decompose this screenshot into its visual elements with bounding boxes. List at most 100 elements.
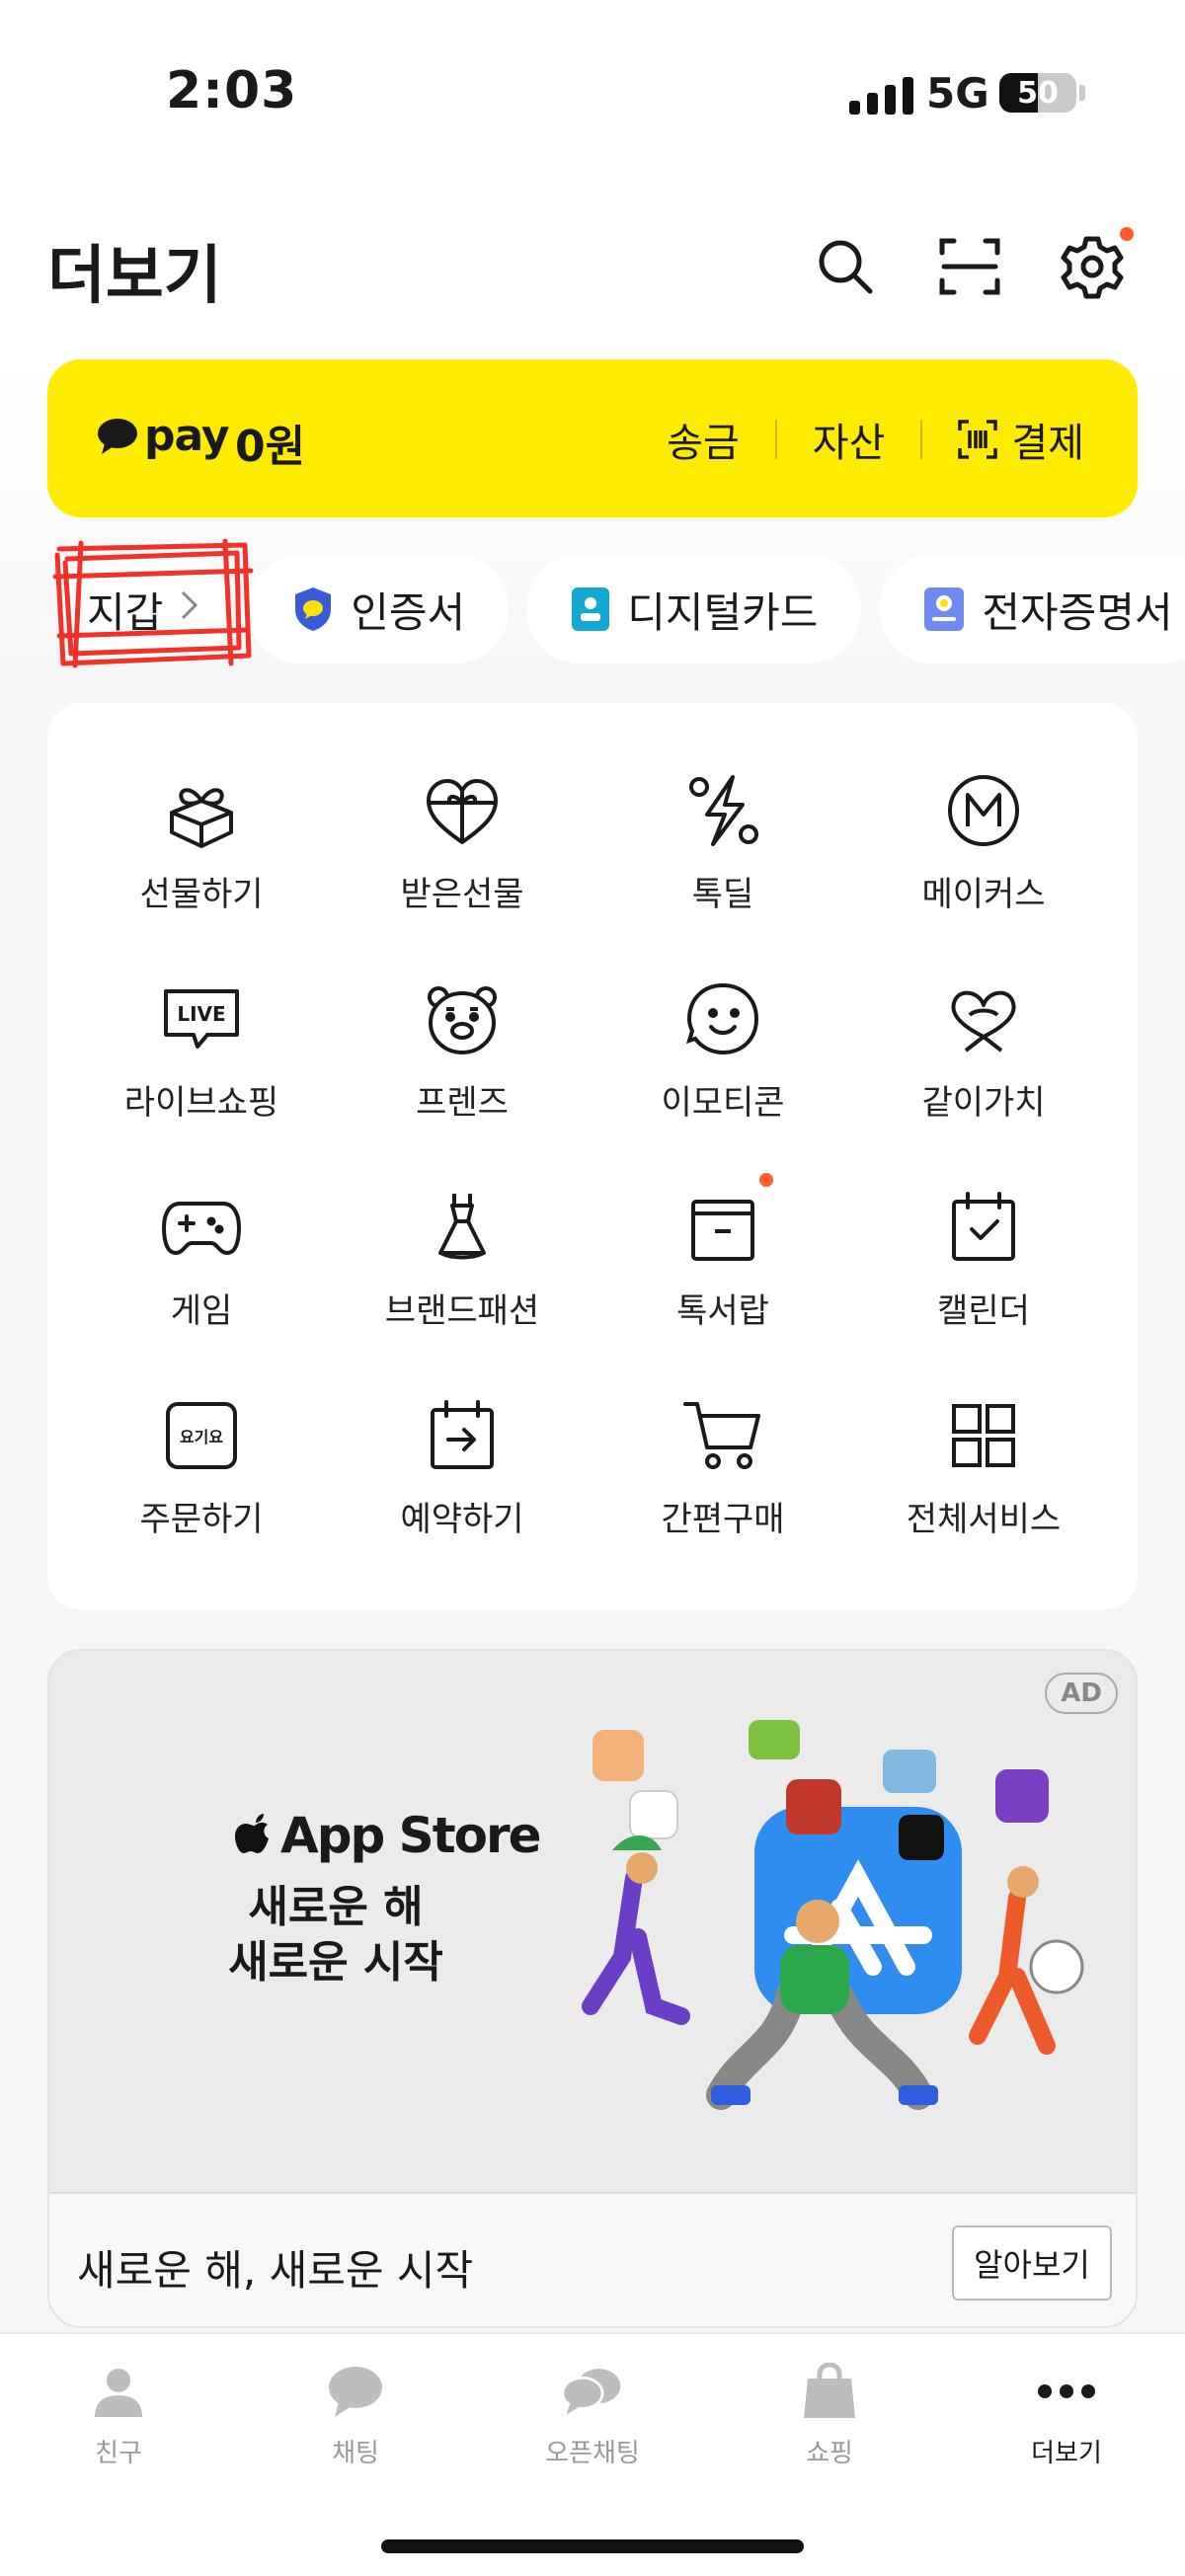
pay-send-button[interactable]: 송금 [667, 411, 740, 468]
service-order[interactable]: 요기요 주문하기 [71, 1391, 332, 1600]
battery-tip [1079, 85, 1085, 101]
service-together-value[interactable]: 같이가치 [853, 975, 1114, 1183]
status-time: 2:03 [166, 61, 298, 120]
service-gift[interactable]: 선물하기 [71, 766, 332, 975]
kakaopay-bar[interactable]: pay 0원 송금 자산 결제 [47, 359, 1138, 517]
service-label: 예약하기 [400, 1500, 524, 1539]
ad-headline-line-2: 새로운 시작 [228, 1937, 443, 1988]
shoe-2 [899, 2085, 938, 2105]
chip-certificate[interactable]: 인증서 [248, 555, 510, 664]
service-label: 간편구매 [661, 1500, 785, 1539]
pay-balance[interactable]: 0원 [235, 411, 305, 474]
chip-wallet[interactable]: 지갑 [61, 555, 231, 664]
game-app-icon-4 [883, 1750, 936, 1793]
service-talk-drawer[interactable]: 톡서랍 [592, 1173, 853, 1391]
heart-gift-icon [418, 766, 507, 855]
service-label: 이모티콘 [661, 1083, 785, 1123]
discount-icon [678, 766, 767, 855]
chip-e-certificate[interactable]: 전자증명서 [879, 555, 1185, 664]
pay-assets-button[interactable]: 자산 [813, 411, 886, 468]
service-game[interactable]: 게임 [71, 1183, 332, 1391]
chat-app-icon [629, 1790, 678, 1839]
tab-open-chat[interactable]: 오픈채팅 [474, 2334, 711, 2469]
barcode-scan-icon [958, 420, 998, 459]
talk-drawer-badge [759, 1173, 773, 1187]
shopping-bag-icon [798, 2360, 861, 2423]
tab-label: 오픈채팅 [545, 2439, 640, 2468]
service-label: 게임 [170, 1291, 233, 1331]
service-live-shopping[interactable]: LIVE 라이브쇼핑 [71, 975, 332, 1183]
service-quick-buy[interactable]: 간편구매 [592, 1391, 853, 1600]
chip-digital-card[interactable]: 디지털카드 [526, 555, 862, 664]
service-label: 브랜드패션 [384, 1291, 540, 1331]
service-label: 톡딜 [691, 875, 754, 914]
ad-illustration [582, 1720, 1084, 2110]
service-label: 프렌즈 [416, 1083, 509, 1123]
chat-icon [324, 2360, 387, 2423]
emoticon-icon [678, 975, 767, 1063]
service-label: 같이가치 [921, 1083, 1046, 1123]
settings-icon[interactable] [1055, 227, 1134, 304]
settings-badge [1120, 227, 1134, 241]
tab-more[interactable]: 더보기 [948, 2334, 1185, 2469]
shoe [711, 2085, 750, 2105]
network-type: 5G [926, 69, 989, 117]
tab-chats[interactable]: 채팅 [237, 2334, 474, 2469]
service-brand-fashion[interactable]: 브랜드패션 [332, 1183, 592, 1391]
more-icon [1035, 2360, 1098, 2423]
chevron-right-icon [179, 586, 200, 632]
drawer-icon [678, 1173, 773, 1272]
learn-more-button[interactable]: 알아보기 [952, 2225, 1112, 2301]
service-emoticon[interactable]: 이모티콘 [592, 975, 853, 1183]
cart-icon [678, 1391, 767, 1480]
ad-banner[interactable]: AD App Store 새로운 해 새로운 시작 새로운 해, 새로운 시작 … [47, 1649, 1138, 2328]
grid-icon [939, 1391, 1028, 1480]
pay-payment-label: 결제 [1011, 421, 1084, 466]
ribbon-heart-icon [939, 975, 1028, 1063]
dress-icon [418, 1183, 507, 1272]
home-indicator[interactable] [381, 2539, 804, 2553]
ad-footer-title: 새로운 해, 새로운 시작 [77, 2246, 474, 2295]
quick-chips: 지갑 인증서 디지털카드 전자증명서 [61, 555, 1185, 664]
ad-footer: 새로운 해, 새로운 시작 알아보기 [49, 2192, 1136, 2326]
ad-visual: AD App Store 새로운 해 새로운 시작 [49, 1651, 1136, 2192]
person-icon [87, 2360, 150, 2423]
svg-text:LIVE: LIVE [177, 1002, 225, 1026]
battery-icon: 50 [999, 73, 1076, 113]
pay-payment-button[interactable]: 결제 [958, 411, 1084, 468]
ad-brand-name: App Store [280, 1807, 542, 1864]
chip-certificate-label: 인증서 [351, 587, 466, 637]
qr-scan-icon[interactable] [932, 229, 1007, 304]
service-label: 전체서비스 [906, 1500, 1062, 1539]
service-calendar[interactable]: 캘린더 [853, 1183, 1114, 1391]
service-received-gift[interactable]: 받은선물 [332, 766, 592, 975]
apple-icon [235, 1814, 269, 1853]
gamepad-icon [157, 1183, 246, 1272]
certificate-icon [924, 587, 965, 631]
bear-icon [418, 975, 507, 1063]
pay-logo: pay [97, 411, 230, 461]
tab-friends[interactable]: 친구 [0, 2334, 237, 2469]
calendar-icon [939, 1183, 1028, 1272]
service-grid-card: 선물하기 받은선물 톡딜 메이커스 LIVE 라이브쇼핑 프렌즈 이모티콘 같이… [47, 703, 1138, 1609]
tab-shopping[interactable]: 쇼핑 [711, 2334, 948, 2469]
service-grid: 선물하기 받은선물 톡딜 메이커스 LIVE 라이브쇼핑 프렌즈 이모티콘 같이… [47, 766, 1138, 1600]
status-bar: 2:03 5G 50 [0, 0, 1185, 188]
service-all-services[interactable]: 전체서비스 [853, 1391, 1114, 1600]
tab-label: 친구 [95, 2439, 142, 2468]
service-friends[interactable]: 프렌즈 [332, 975, 592, 1183]
game-app-icon-3 [786, 1779, 841, 1834]
search-icon[interactable] [808, 229, 883, 304]
dancer-left [582, 1869, 690, 2025]
open-chat-icon [561, 2360, 624, 2423]
makers-icon [939, 766, 1028, 855]
service-makers[interactable]: 메이커스 [853, 766, 1114, 975]
dancer-left-head [626, 1852, 658, 1884]
pay-actions: 송금 자산 결제 [667, 411, 1084, 468]
tab-label: 쇼핑 [806, 2439, 853, 2468]
id-card-icon [572, 587, 610, 631]
dancer-center-body [780, 1945, 849, 2014]
service-talkdeal[interactable]: 톡딜 [592, 766, 853, 975]
service-reservation[interactable]: 예약하기 [332, 1391, 592, 1600]
tab-label: 채팅 [332, 2439, 379, 2468]
